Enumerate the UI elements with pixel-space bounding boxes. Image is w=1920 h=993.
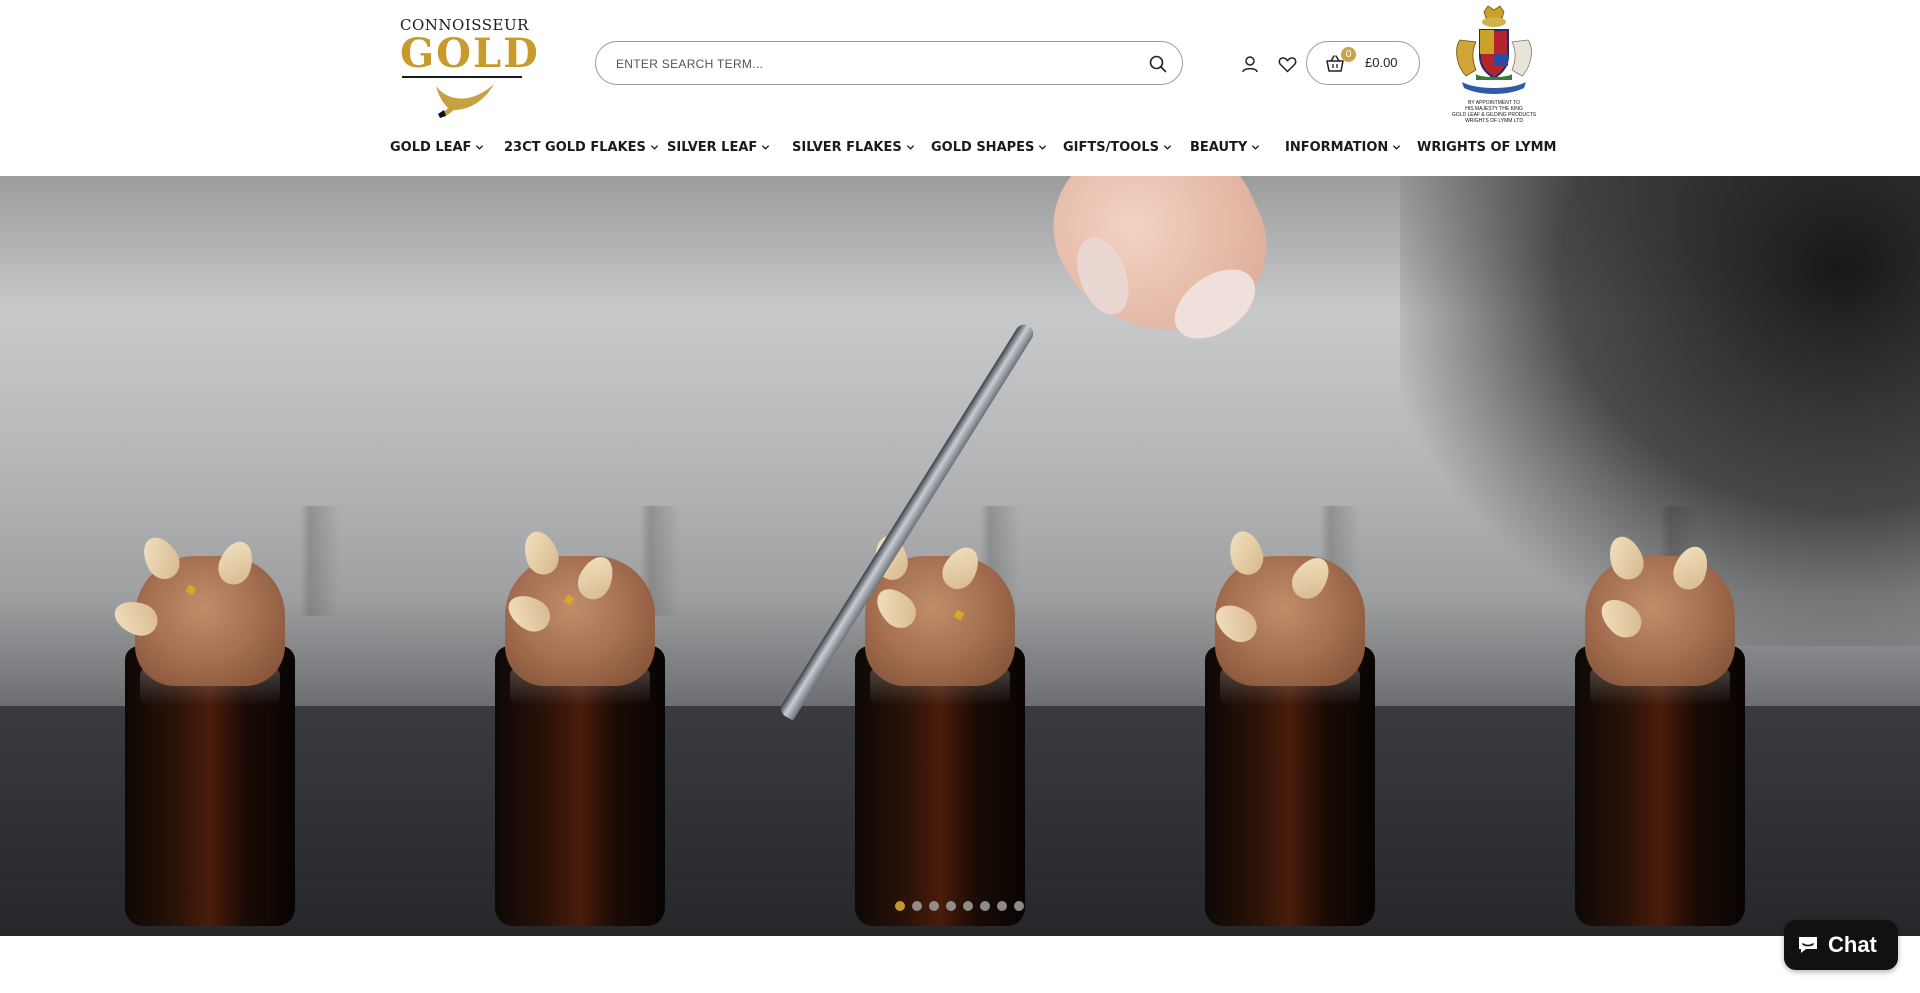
chevron-down-icon: [762, 145, 770, 150]
search-input[interactable]: [616, 53, 1136, 75]
slide-dot-1[interactable]: [895, 901, 905, 911]
user-icon: [1242, 56, 1258, 73]
nav-item-label: GIFTS/TOOLS: [1063, 140, 1159, 155]
royal-warrant-text: BY APPOINTMENT TO HIS MAJESTY THE KING G…: [1451, 100, 1537, 124]
dessert-image: [109, 516, 305, 936]
logo-swoosh-icon: [436, 84, 494, 118]
heart-icon: [1278, 56, 1296, 72]
nav-item-wrights-of-lymm[interactable]: WRIGHTS OF LYMM: [1417, 140, 1557, 155]
wishlist-button[interactable]: [1275, 52, 1299, 76]
nav-item-gifts-tools[interactable]: GIFTS/TOOLS: [1063, 140, 1172, 155]
nav-item-silver-leaf[interactable]: SILVER LEAF: [667, 140, 770, 155]
logo-divider: [402, 76, 522, 78]
nav-item-label: SILVER FLAKES: [792, 140, 902, 155]
site-logo[interactable]: CONNOISSEUR GOLD: [400, 14, 540, 118]
search-button[interactable]: [1146, 52, 1170, 76]
hand-image: [1027, 176, 1293, 369]
hero-slideshow: [0, 176, 1920, 936]
cart-button[interactable]: 0 £0.00: [1306, 41, 1420, 85]
chat-bubble-icon: [1799, 937, 1817, 953]
dessert-image: [485, 516, 675, 936]
nav-item-label: GOLD SHAPES: [931, 140, 1035, 155]
slide-dot-6[interactable]: [980, 901, 990, 911]
nav-item-label: INFORMATION: [1285, 140, 1389, 155]
search-bar: [595, 41, 1183, 85]
slide-dot-8[interactable]: [1014, 901, 1024, 911]
chat-button[interactable]: Chat: [1784, 920, 1898, 970]
chevron-down-icon: [1163, 145, 1172, 150]
chevron-down-icon: [1393, 145, 1401, 150]
search-icon: [1149, 55, 1167, 73]
nav-item-label: BEAUTY: [1190, 140, 1248, 155]
slide-pagination: [895, 901, 1024, 911]
nav-item-label: WRIGHTS OF LYMM: [1417, 140, 1557, 155]
slide-dot-3[interactable]: [929, 901, 939, 911]
dessert-image: [1565, 516, 1755, 936]
logo-main-text: GOLD: [400, 30, 540, 77]
nav-item-information[interactable]: INFORMATION: [1285, 140, 1401, 155]
chevron-down-icon: [476, 145, 484, 150]
dessert-image: [1195, 516, 1385, 936]
royal-warrant: BY APPOINTMENT TO HIS MAJESTY THE KING G…: [1446, 4, 1542, 126]
account-button[interactable]: [1238, 52, 1262, 76]
nav-item-label: 23CT GOLD FLAKES: [504, 140, 646, 155]
slide-dot-2[interactable]: [912, 901, 922, 911]
nav-item-gold-leaf[interactable]: GOLD LEAF: [390, 140, 484, 155]
chat-label: Chat: [1828, 932, 1877, 957]
slide-dot-5[interactable]: [963, 901, 973, 911]
cart-count-badge: 0: [1341, 47, 1356, 62]
nav-item-silver-flakes[interactable]: SILVER FLAKES: [792, 140, 915, 155]
chevron-down-icon: [650, 145, 659, 150]
chevron-down-icon: [1252, 145, 1260, 150]
site-header: CONNOISSEUR GOLD ENTER SEARCH TERM... 0 …: [0, 0, 1920, 176]
cart-total: £0.00: [1365, 55, 1398, 70]
slide-dot-4[interactable]: [946, 901, 956, 911]
chevron-down-icon: [906, 145, 914, 150]
slide-dot-7[interactable]: [997, 901, 1007, 911]
nav-item-label: SILVER LEAF: [667, 140, 758, 155]
royal-crest-icon: [1456, 5, 1532, 94]
nav-item-23ct-gold-flakes[interactable]: 23CT GOLD FLAKES: [504, 140, 659, 155]
nav-item-label: GOLD LEAF: [390, 140, 472, 155]
nav-item-gold-shapes[interactable]: GOLD SHAPES: [931, 140, 1047, 155]
chevron-down-icon: [1039, 145, 1047, 150]
nav-item-beauty[interactable]: BEAUTY: [1190, 140, 1260, 155]
